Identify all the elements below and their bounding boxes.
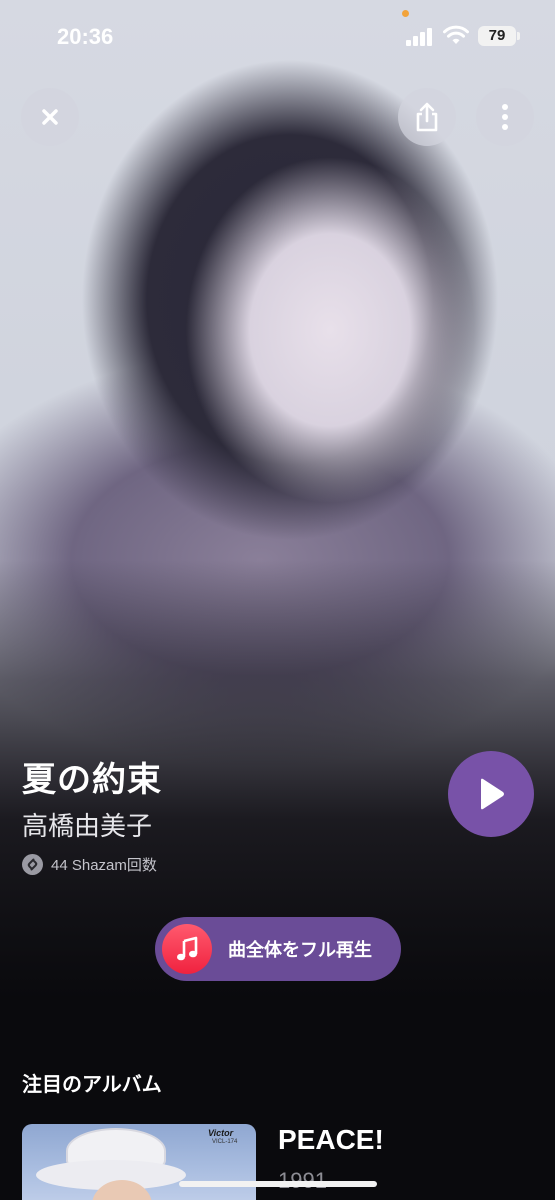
artist-name[interactable]: 高橋由美子	[22, 806, 152, 843]
album-artwork[interactable]: Victor VICL-174	[22, 1124, 256, 1200]
status-bar: 20:36 79	[0, 0, 555, 70]
close-button[interactable]	[21, 88, 79, 146]
more-vertical-icon	[502, 104, 508, 130]
status-time: 20:36	[57, 24, 114, 49]
apple-music-icon	[162, 924, 212, 974]
home-indicator[interactable]	[179, 1181, 377, 1187]
share-button[interactable]	[398, 88, 456, 146]
battery-indicator: 79	[478, 26, 516, 46]
cellular-signal-icon	[406, 28, 434, 46]
featured-album-heading: 注目のアルバム	[22, 1074, 162, 1096]
close-icon	[42, 109, 58, 125]
artist-hero-image	[0, 0, 555, 1200]
more-options-button[interactable]	[476, 88, 534, 146]
album-name[interactable]: PEACE!	[278, 1124, 384, 1156]
privacy-indicator-dot	[402, 10, 409, 17]
play-preview-button[interactable]	[448, 751, 534, 837]
shazam-count: 44 Shazam回数	[51, 856, 157, 874]
play-full-song-button[interactable]: 曲全体をフル再生	[155, 917, 401, 981]
catalog-number: VICL-174	[212, 1139, 238, 1145]
shazam-icon	[22, 853, 43, 875]
shazam-count-row: 44 Shazam回数	[22, 852, 157, 876]
record-label-logo: Victor	[208, 1128, 234, 1138]
play-icon	[481, 778, 504, 810]
battery-tip	[517, 32, 520, 40]
play-full-song-label: 曲全体をフル再生	[228, 940, 372, 960]
share-icon	[416, 102, 438, 132]
song-title: 夏の約束	[22, 761, 162, 799]
wifi-icon	[443, 25, 469, 44]
